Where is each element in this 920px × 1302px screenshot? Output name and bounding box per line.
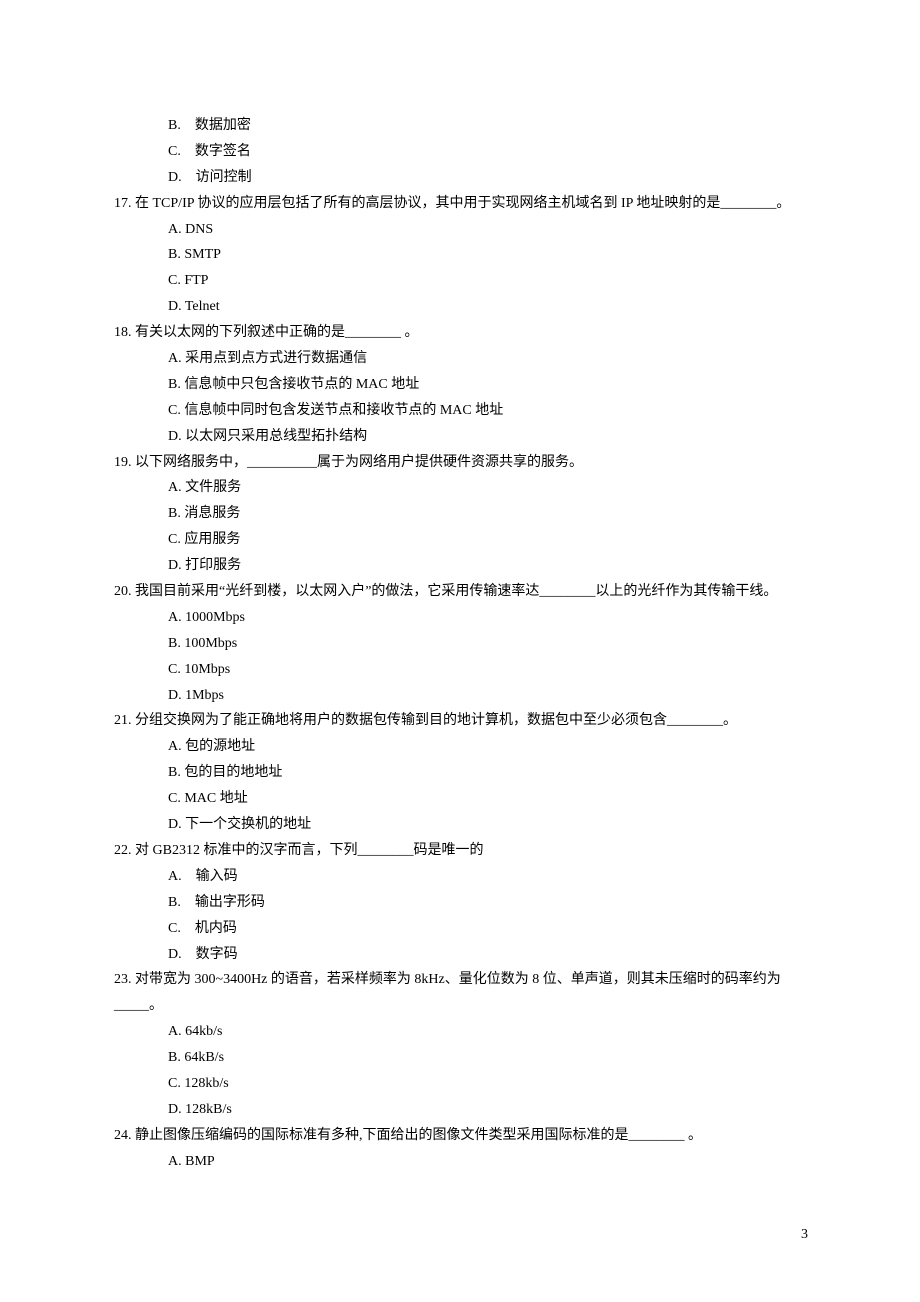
- q22-option-b: B. 输出字形码: [114, 890, 810, 916]
- q22-option-c: C. 机内码: [114, 916, 810, 942]
- q21-option-c: C. MAC 地址: [114, 786, 810, 812]
- q17-option-d: D. Telnet: [114, 294, 810, 320]
- q17-stem: 17. 在 TCP/IP 协议的应用层包括了所有的高层协议，其中用于实现网络主机…: [114, 191, 810, 217]
- q24-option-a: A. BMP: [114, 1149, 810, 1175]
- q21-stem: 21. 分组交换网为了能正确地将用户的数据包传输到目的地计算机，数据包中至少必须…: [114, 708, 810, 734]
- q18-option-c: C. 信息帧中同时包含发送节点和接收节点的 MAC 地址: [114, 398, 810, 424]
- q20-stem: 20. 我国目前采用“光纤到楼，以太网入户”的做法，它采用传输速率达______…: [114, 579, 810, 605]
- q23-option-a: A. 64kb/s: [114, 1019, 810, 1045]
- q22-stem: 22. 对 GB2312 标准中的汉字而言，下列________码是唯一的: [114, 838, 810, 864]
- q19-option-b: B. 消息服务: [114, 501, 810, 527]
- q24-stem: 24. 静止图像压缩编码的国际标准有多种,下面给出的图像文件类型采用国际标准的是…: [114, 1123, 810, 1149]
- q18-option-b: B. 信息帧中只包含接收节点的 MAC 地址: [114, 372, 810, 398]
- q23-option-d: D. 128kB/s: [114, 1097, 810, 1123]
- document-page: B. 数据加密 C. 数字签名 D. 访问控制 17. 在 TCP/IP 协议的…: [0, 0, 920, 1302]
- q19-option-a: A. 文件服务: [114, 475, 810, 501]
- q20-option-a: A. 1000Mbps: [114, 605, 810, 631]
- q20-option-b: B. 100Mbps: [114, 631, 810, 657]
- page-number: 3: [801, 1222, 808, 1248]
- q19-option-c: C. 应用服务: [114, 527, 810, 553]
- q19-option-d: D. 打印服务: [114, 553, 810, 579]
- q22-option-a: A. 输入码: [114, 864, 810, 890]
- q20-option-d: D. 1Mbps: [114, 683, 810, 709]
- q22-option-d: D. 数字码: [114, 942, 810, 968]
- q17-option-b: B. SMTP: [114, 242, 810, 268]
- q18-option-a: A. 采用点到点方式进行数据通信: [114, 346, 810, 372]
- q21-option-a: A. 包的源地址: [114, 734, 810, 760]
- q18-stem: 18. 有关以太网的下列叙述中正确的是________ 。: [114, 320, 810, 346]
- q19-stem: 19. 以下网络服务中，__________属于为网络用户提供硬件资源共享的服务…: [114, 450, 810, 476]
- q23-option-c: C. 128kb/s: [114, 1071, 810, 1097]
- q21-option-d: D. 下一个交换机的地址: [114, 812, 810, 838]
- q16-option-b: B. 数据加密: [114, 113, 810, 139]
- q18-option-d: D. 以太网只采用总线型拓扑结构: [114, 424, 810, 450]
- q20-option-c: C. 10Mbps: [114, 657, 810, 683]
- q17-option-a: A. DNS: [114, 217, 810, 243]
- q23-stem: 23. 对带宽为 300~3400Hz 的语音，若采样频率为 8kHz、量化位数…: [114, 967, 810, 1019]
- q16-option-c: C. 数字签名: [114, 139, 810, 165]
- q23-option-b: B. 64kB/s: [114, 1045, 810, 1071]
- q17-option-c: C. FTP: [114, 268, 810, 294]
- q21-option-b: B. 包的目的地地址: [114, 760, 810, 786]
- q16-option-d: D. 访问控制: [114, 165, 810, 191]
